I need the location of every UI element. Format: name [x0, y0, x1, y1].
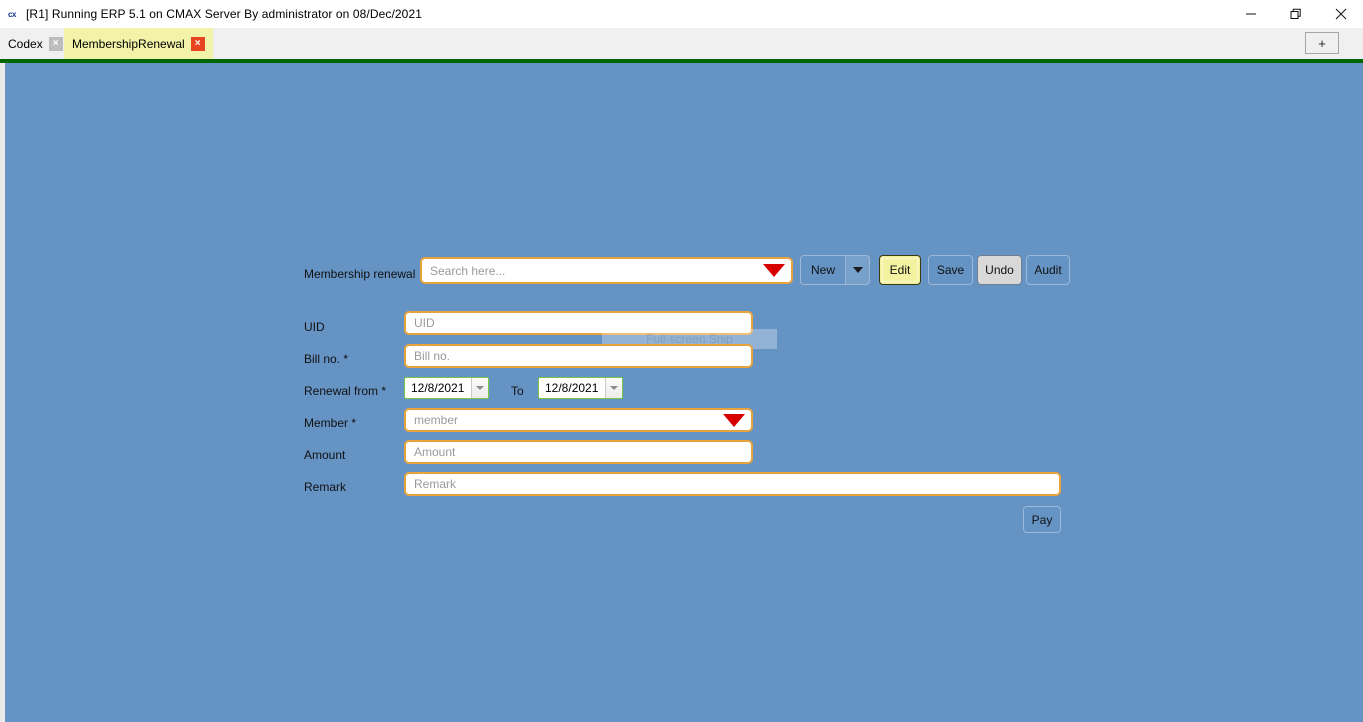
tab-membershiprenewal[interactable]: MembershipRenewal ×	[64, 28, 213, 59]
uid-input[interactable]: UID	[404, 311, 753, 335]
new-button[interactable]: New	[800, 255, 870, 285]
new-button-label: New	[811, 263, 836, 277]
uid-input-placeholder: UID	[414, 316, 435, 330]
audit-button-label: Audit	[1034, 263, 1062, 277]
new-dropdown-icon[interactable]	[845, 256, 869, 284]
tab-membershiprenewal-label: MembershipRenewal	[72, 36, 185, 51]
search-input-placeholder: Search here...	[430, 263, 506, 278]
edit-button-label: Edit	[889, 263, 911, 277]
renewal-from-calendar-dropdown-icon[interactable]	[471, 378, 488, 398]
renewal-from-label: Renewal from *	[304, 384, 387, 398]
bill-no-input[interactable]: Bill no.	[404, 344, 753, 368]
maximize-restore-icon[interactable]	[1273, 0, 1318, 28]
renewal-to-label: To	[511, 384, 524, 398]
pay-button-label: Pay	[1031, 512, 1053, 527]
renewal-to-datepicker[interactable]: 12/8/2021	[538, 377, 623, 399]
save-button-label: Save	[936, 263, 965, 277]
member-label: Member *	[304, 416, 357, 430]
plus-icon: +	[1318, 35, 1326, 51]
new-tab-button[interactable]: +	[1305, 32, 1339, 54]
membership-renewal-label: Membership renewal	[304, 267, 416, 281]
window-title: [R1] Running ERP 5.1 on CMAX Server By a…	[26, 7, 423, 21]
remark-label: Remark	[304, 480, 347, 494]
title-bar: cx [R1] Running ERP 5.1 on CMAX Server B…	[0, 0, 1363, 28]
membership-renewal-form: Membership renewal Search here... New Ed…	[5, 63, 1363, 722]
remark-input-placeholder: Remark	[414, 477, 457, 491]
search-input[interactable]: Search here...	[420, 257, 793, 284]
renewal-from-datepicker[interactable]: 12/8/2021	[404, 377, 489, 399]
renewal-to-value: 12/8/2021	[545, 381, 599, 395]
minimize-icon[interactable]	[1228, 0, 1273, 28]
app-icon: cx	[8, 9, 16, 19]
audit-button[interactable]: Audit	[1026, 255, 1070, 285]
uid-label: UID	[304, 320, 325, 334]
amount-input[interactable]: Amount	[404, 440, 753, 464]
bill-no-label: Bill no. *	[304, 352, 349, 366]
tab-bar: Codex × MembershipRenewal × +	[0, 28, 1363, 59]
remark-input[interactable]: Remark	[404, 472, 1061, 496]
member-dropdown-icon[interactable]	[723, 414, 745, 427]
tab-membershiprenewal-close-icon[interactable]: ×	[190, 36, 205, 51]
undo-button-label: Undo	[985, 263, 1014, 277]
amount-input-placeholder: Amount	[414, 445, 456, 459]
undo-button[interactable]: Undo	[977, 255, 1022, 285]
renewal-from-value: 12/8/2021	[411, 381, 465, 395]
pay-button[interactable]: Pay	[1023, 506, 1061, 533]
save-button[interactable]: Save	[928, 255, 973, 285]
renewal-to-calendar-dropdown-icon[interactable]	[605, 378, 622, 398]
tab-codex-close-icon[interactable]: ×	[48, 36, 63, 51]
close-icon[interactable]	[1318, 0, 1363, 28]
member-input-placeholder: member	[414, 413, 459, 427]
form-canvas: Membership renewal Search here... New Ed…	[5, 63, 1363, 722]
edit-button[interactable]: Edit	[879, 255, 921, 285]
tab-codex[interactable]: Codex ×	[0, 28, 71, 59]
amount-label: Amount	[304, 448, 346, 462]
window-controls	[1228, 0, 1363, 28]
member-input[interactable]: member	[404, 408, 753, 432]
tab-codex-label: Codex	[8, 36, 43, 51]
bill-no-input-placeholder: Bill no.	[414, 349, 451, 363]
search-dropdown-icon[interactable]	[763, 264, 785, 277]
